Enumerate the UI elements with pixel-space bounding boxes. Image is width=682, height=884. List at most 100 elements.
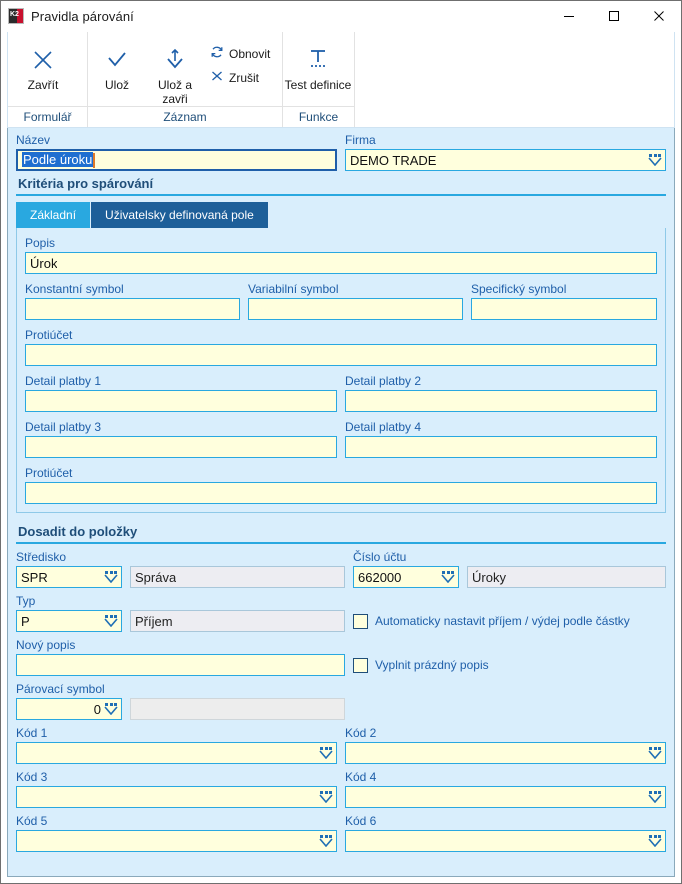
save-and-close-arrow-icon xyxy=(162,42,188,76)
parovaci-symbol-input[interactable]: 0 xyxy=(16,698,122,720)
detail-platby-1-group: Detail platby 1 xyxy=(25,374,337,412)
ribbon-empty-area xyxy=(355,32,674,127)
kod-6-label: Kód 6 xyxy=(345,814,377,828)
chevron-down-icon[interactable] xyxy=(319,834,333,848)
detail-platby-1-input[interactable] xyxy=(25,390,337,412)
typ-row: Typ P Příjem Automaticky nastavit příjem… xyxy=(16,594,666,632)
nazev-field-group: Název Podle úroku xyxy=(16,133,337,171)
kod-row-1: Kód 1 Kód 2 xyxy=(16,726,666,764)
firma-input[interactable]: DEMO TRADE xyxy=(345,149,666,171)
protiucet-1-group: Protiúčet xyxy=(25,328,657,366)
chevron-down-icon[interactable] xyxy=(648,153,662,167)
detail-platby-2-label: Detail platby 2 xyxy=(345,374,422,388)
detail-platby-4-input[interactable] xyxy=(345,436,657,458)
save-and-close-button[interactable]: Ulož a zavři xyxy=(146,38,204,106)
title-bar: K2 Pravidla párování xyxy=(1,1,681,32)
variabilni-symbol-group: Variabilní symbol xyxy=(248,282,463,320)
cancel-button[interactable]: Zrušit xyxy=(204,66,276,90)
kod-row-3: Kód 5 Kód 6 xyxy=(16,814,666,852)
parovaci-symbol-row: Párovací symbol 0 xyxy=(16,682,666,720)
typ-code-value: P xyxy=(21,613,30,629)
kod-6-input[interactable] xyxy=(345,830,666,852)
cislo-uctu-code-input[interactable]: 662000 xyxy=(353,566,459,588)
text-caret xyxy=(93,153,96,169)
ribbon-toolbar: Zavřít Formulář Ulož Ulož a zavři Obnovi… xyxy=(7,32,675,128)
nazev-input[interactable]: Podle úroku xyxy=(16,149,337,171)
maximize-icon[interactable] xyxy=(591,1,636,31)
konstantni-symbol-input[interactable] xyxy=(25,298,240,320)
ribbon-group-label-zaznam: Záznam xyxy=(88,106,282,127)
protiucet-1-label: Protiúčet xyxy=(25,328,73,342)
typ-code-input[interactable]: P xyxy=(16,610,122,632)
test-definition-button[interactable]: Test definice xyxy=(283,38,353,92)
detail-platby-3-group: Detail platby 3 xyxy=(25,420,337,458)
ribbon-group-formular: Zavřít Formulář xyxy=(8,32,88,127)
fill-empty-checkbox-group: Vyplnit prázdný popis xyxy=(353,638,666,676)
protiucet-1-input[interactable] xyxy=(25,344,657,366)
fill-empty-checkbox[interactable] xyxy=(353,657,368,673)
save-button[interactable]: Ulož xyxy=(88,38,146,92)
kod-row-2: Kód 3 Kód 4 xyxy=(16,770,666,808)
chevron-down-icon[interactable] xyxy=(319,790,333,804)
kod-4-input[interactable] xyxy=(345,786,666,808)
chevron-down-icon[interactable] xyxy=(319,746,333,760)
kod-3-label: Kód 3 xyxy=(16,770,48,784)
chevron-down-icon[interactable] xyxy=(104,614,118,628)
kod-1-input[interactable] xyxy=(16,742,337,764)
specificky-symbol-input[interactable] xyxy=(471,298,657,320)
kod-1-group: Kód 1 xyxy=(16,726,337,764)
protiucet-2-input[interactable] xyxy=(25,482,657,504)
kod-3-input[interactable] xyxy=(16,786,337,808)
close-icon[interactable] xyxy=(636,1,681,31)
cislo-uctu-code-value: 662000 xyxy=(358,569,402,585)
popis-input[interactable]: Úrok xyxy=(25,252,657,274)
variabilni-symbol-input[interactable] xyxy=(248,298,463,320)
text-definition-icon xyxy=(305,42,331,76)
typ-name-group: Příjem xyxy=(130,594,345,632)
chevron-down-icon[interactable] xyxy=(648,746,662,760)
tab-zakladni[interactable]: Základní xyxy=(16,202,91,228)
detail-platby-3-input[interactable] xyxy=(25,436,337,458)
chevron-down-icon[interactable] xyxy=(104,570,118,584)
stredisko-name-display: Správa xyxy=(130,566,345,588)
stredisko-group: Středisko SPR xyxy=(16,550,122,588)
auto-set-checkbox-row[interactable]: Automaticky nastavit příjem / výdej podl… xyxy=(353,610,666,632)
tab-uzivatelsky-definovana-pole[interactable]: Uživatelsky definovaná pole xyxy=(91,202,268,228)
popis-field-group: Popis Úrok xyxy=(25,236,657,274)
cislo-uctu-name-value: Úroky xyxy=(472,569,506,585)
konstantni-symbol-label: Konstantní symbol xyxy=(25,282,124,296)
chevron-down-icon[interactable] xyxy=(648,834,662,848)
kod-5-label: Kód 5 xyxy=(16,814,48,828)
minimize-icon[interactable] xyxy=(546,1,591,31)
header-field-row: Název Podle úroku Firma DEMO TRADE xyxy=(16,128,666,171)
cislo-uctu-group: Číslo účtu 662000 xyxy=(353,550,459,588)
chevron-down-icon[interactable] xyxy=(441,570,455,584)
kod-5-input[interactable] xyxy=(16,830,337,852)
novy-popis-input[interactable] xyxy=(16,654,345,676)
variabilni-symbol-label: Variabilní symbol xyxy=(248,282,339,296)
kod-2-group: Kód 2 xyxy=(345,726,666,764)
refresh-button[interactable]: Obnovit xyxy=(204,42,276,66)
detail-platby-3-label: Detail platby 3 xyxy=(25,420,102,434)
kod-3-group: Kód 3 xyxy=(16,770,337,808)
stredisko-code-input[interactable]: SPR xyxy=(16,566,122,588)
parovaci-symbol-secondary-group xyxy=(130,682,345,720)
window-controls xyxy=(546,1,681,31)
ribbon-group-zaznam: Ulož Ulož a zavři Obnovit Zrušit Záznam xyxy=(88,32,283,127)
close-form-button[interactable]: Zavřít xyxy=(8,38,78,92)
cislo-uctu-name-display: Úroky xyxy=(467,566,666,588)
stredisko-label: Středisko xyxy=(16,550,67,564)
detail-platby-2-input[interactable] xyxy=(345,390,657,412)
parovaci-symbol-secondary-display xyxy=(130,698,345,720)
kod-2-input[interactable] xyxy=(345,742,666,764)
chevron-down-icon[interactable] xyxy=(648,790,662,804)
chevron-down-icon[interactable] xyxy=(104,702,118,716)
cancel-x-icon xyxy=(210,69,224,88)
auto-set-checkbox-group: Automaticky nastavit příjem / výdej podl… xyxy=(353,594,666,632)
fill-empty-checkbox-row[interactable]: Vyplnit prázdný popis xyxy=(353,654,666,676)
auto-set-checkbox-label: Automaticky nastavit příjem / výdej podl… xyxy=(375,614,630,628)
novy-popis-row: Nový popis Vyplnit prázdný popis xyxy=(16,638,666,676)
stredisko-ucet-row: Středisko SPR Správa Číslo účtu 662000 Ú… xyxy=(16,550,666,588)
kod-2-label: Kód 2 xyxy=(345,726,377,740)
auto-set-checkbox[interactable] xyxy=(353,613,368,629)
